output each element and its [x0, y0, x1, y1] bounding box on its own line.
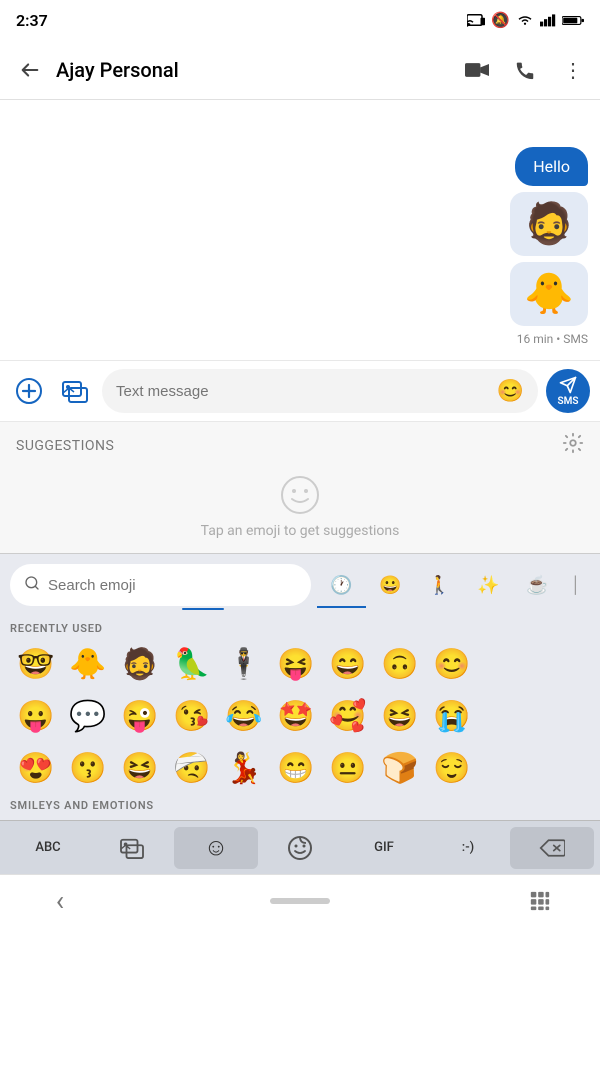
emoji-cell[interactable]: 🍞 [374, 743, 426, 793]
back-button[interactable] [12, 52, 48, 88]
emoji-row-3: 😍 😗 😆 🤕 💃 😁 😐 🍞 😌 [10, 743, 590, 793]
nav-bar: ‹ [0, 874, 600, 926]
emoji-cell[interactable]: 😁 [270, 743, 322, 793]
keyboard-kaomoji-button[interactable]: :-) [426, 827, 510, 869]
message-bubble-hello: Hello [515, 147, 588, 186]
mute-icon: 🔕 [491, 11, 510, 29]
emoji-cell[interactable]: 🤩 [270, 691, 322, 741]
emoji-tab-people[interactable]: 🚶 [415, 562, 464, 608]
emoji-tab-recent[interactable]: 🕐 [317, 562, 366, 608]
emoji-cell[interactable]: 😭 [426, 691, 478, 741]
emoji-cell[interactable]: 😂 [218, 691, 270, 741]
emoji-cell[interactable]: 🤓 [10, 639, 62, 689]
message-row-chick: 🐥 [12, 262, 588, 326]
emoji-cell[interactable]: 😗 [62, 743, 114, 793]
emoji-cell[interactable]: 🕴️ [218, 639, 270, 689]
more-options-button[interactable]: ⋮ [558, 55, 588, 85]
message-bubble-chick: 🐥 [510, 262, 588, 326]
emoji-cell[interactable]: 🤕 [166, 743, 218, 793]
emoji-cell[interactable]: 😍 [10, 743, 62, 793]
emoji-cell[interactable]: 😆 [374, 691, 426, 741]
keyboard-abc-button[interactable]: ABC [6, 827, 90, 869]
signal-icon [540, 13, 556, 27]
keyboard-emoji-button[interactable]: ☺ [174, 827, 258, 869]
chat-title: Ajay Personal [56, 58, 462, 82]
add-attachment-button[interactable] [10, 372, 48, 410]
toolbar-actions: ⋮ [462, 55, 588, 85]
phone-call-button[interactable] [510, 55, 540, 85]
emoji-cell[interactable]: 🥰 [322, 691, 374, 741]
suggestions-bar: Suggestions Tap an emoji to get suggesti… [0, 421, 600, 553]
text-input-wrap[interactable]: 😊 [102, 369, 538, 413]
status-time: 2:37 [16, 11, 48, 30]
status-icons: 🔕 [467, 11, 584, 29]
emoji-tab-objects[interactable]: ✨ [464, 562, 513, 608]
emoji-cell[interactable]: 😆 [114, 743, 166, 793]
emoji-category-tabs: 🕐 😀 🚶 ✨ ☕ │ [317, 562, 590, 608]
emoji-cell[interactable]: 😐 [322, 743, 374, 793]
message-row-hello: Hello [12, 147, 588, 186]
emoji-search-input[interactable] [48, 577, 297, 594]
message-timestamp: 16 min • SMS [12, 332, 588, 346]
keyboard-sticker-button[interactable] [258, 827, 342, 869]
suggestions-hint-text: Tap an emoji to get suggestions [201, 523, 400, 539]
keyboard-delete-button[interactable] [510, 827, 594, 869]
suggestions-settings-button[interactable] [562, 432, 584, 459]
emoji-button-in-input[interactable]: 😊 [497, 379, 524, 404]
message-bubble-beard: 🧔 [510, 192, 588, 256]
keyboard-gallery-button[interactable] [90, 827, 174, 869]
emoji-cell[interactable]: 😜 [114, 691, 166, 741]
emoji-cell[interactable]: 😛 [10, 691, 62, 741]
wifi-icon [516, 13, 534, 27]
nav-overview-button[interactable] [520, 881, 560, 921]
emoji-grid-area: RECENTLY USED 🤓 🐥 🧔 🦜 🕴️ 😝 😄 🙃 😊 😛 💬 😜 😘… [0, 610, 600, 820]
suggestions-header: Suggestions [16, 432, 584, 459]
emoji-cell[interactable]: 😊 [426, 639, 478, 689]
emoji-cell[interactable]: 😝 [270, 639, 322, 689]
message-emoji-chick: 🐥 [524, 270, 574, 317]
smileys-emotions-label: SMILEYS AND EMOTIONS [10, 799, 590, 812]
emoji-row-1: 🤓 🐥 🧔 🦜 🕴️ 😝 😄 🙃 😊 [10, 639, 590, 689]
input-bar: 😊 SMS [0, 360, 600, 421]
smiley-face-icon [280, 475, 320, 515]
emoji-cell[interactable]: 🙃 [374, 639, 426, 689]
video-call-button[interactable] [462, 55, 492, 85]
nav-back-button[interactable]: ‹ [40, 881, 80, 921]
emoji-cell[interactable]: 🧔 [114, 639, 166, 689]
status-bar: 2:37 🔕 [0, 0, 600, 40]
message-text-hello: Hello [533, 157, 570, 176]
emoji-tab-more[interactable]: │ [562, 562, 590, 608]
emoji-cell[interactable]: 🦜 [166, 639, 218, 689]
keyboard-bottom-bar: ABC ☺ GIF :-) [0, 820, 600, 874]
cast-icon [467, 13, 485, 27]
suggestions-label: Suggestions [16, 438, 114, 454]
nav-home-handle[interactable] [270, 898, 330, 904]
chat-area: Hello 🧔 🐥 16 min • SMS [0, 100, 600, 360]
emoji-keyboard: 🕐 😀 🚶 ✨ ☕ │ RECENTLY USED 🤓 🐥 🧔 🦜 🕴️ 😝 😄… [0, 553, 600, 874]
emoji-cell[interactable]: 💬 [62, 691, 114, 741]
emoji-cell[interactable]: 😘 [166, 691, 218, 741]
toolbar: Ajay Personal ⋮ [0, 40, 600, 100]
send-button[interactable]: SMS [546, 369, 590, 413]
emoji-cell[interactable]: 😌 [426, 743, 478, 793]
emoji-top-row: 🕐 😀 🚶 ✨ ☕ │ [0, 554, 600, 608]
emoji-cell[interactable]: 💃 [218, 743, 270, 793]
emoji-search-icon [24, 575, 40, 596]
suggestions-content: Tap an emoji to get suggestions [16, 475, 584, 539]
gallery-button[interactable] [56, 372, 94, 410]
keyboard-gif-button[interactable]: GIF [342, 827, 426, 869]
message-row-beard: 🧔 [12, 192, 588, 256]
emoji-tab-food[interactable]: ☕ [513, 562, 562, 608]
text-message-input[interactable] [116, 383, 489, 400]
emoji-tab-smiley[interactable]: 😀 [366, 562, 415, 608]
emoji-row-2: 😛 💬 😜 😘 😂 🤩 🥰 😆 😭 [10, 691, 590, 741]
emoji-cell[interactable]: 🐥 [62, 639, 114, 689]
message-emoji-beard: 🧔 [524, 200, 574, 247]
battery-icon [562, 14, 584, 27]
send-button-label: SMS [558, 396, 579, 407]
recently-used-label: RECENTLY USED [10, 622, 590, 635]
emoji-search-box[interactable] [10, 564, 311, 606]
emoji-cell[interactable]: 😄 [322, 639, 374, 689]
